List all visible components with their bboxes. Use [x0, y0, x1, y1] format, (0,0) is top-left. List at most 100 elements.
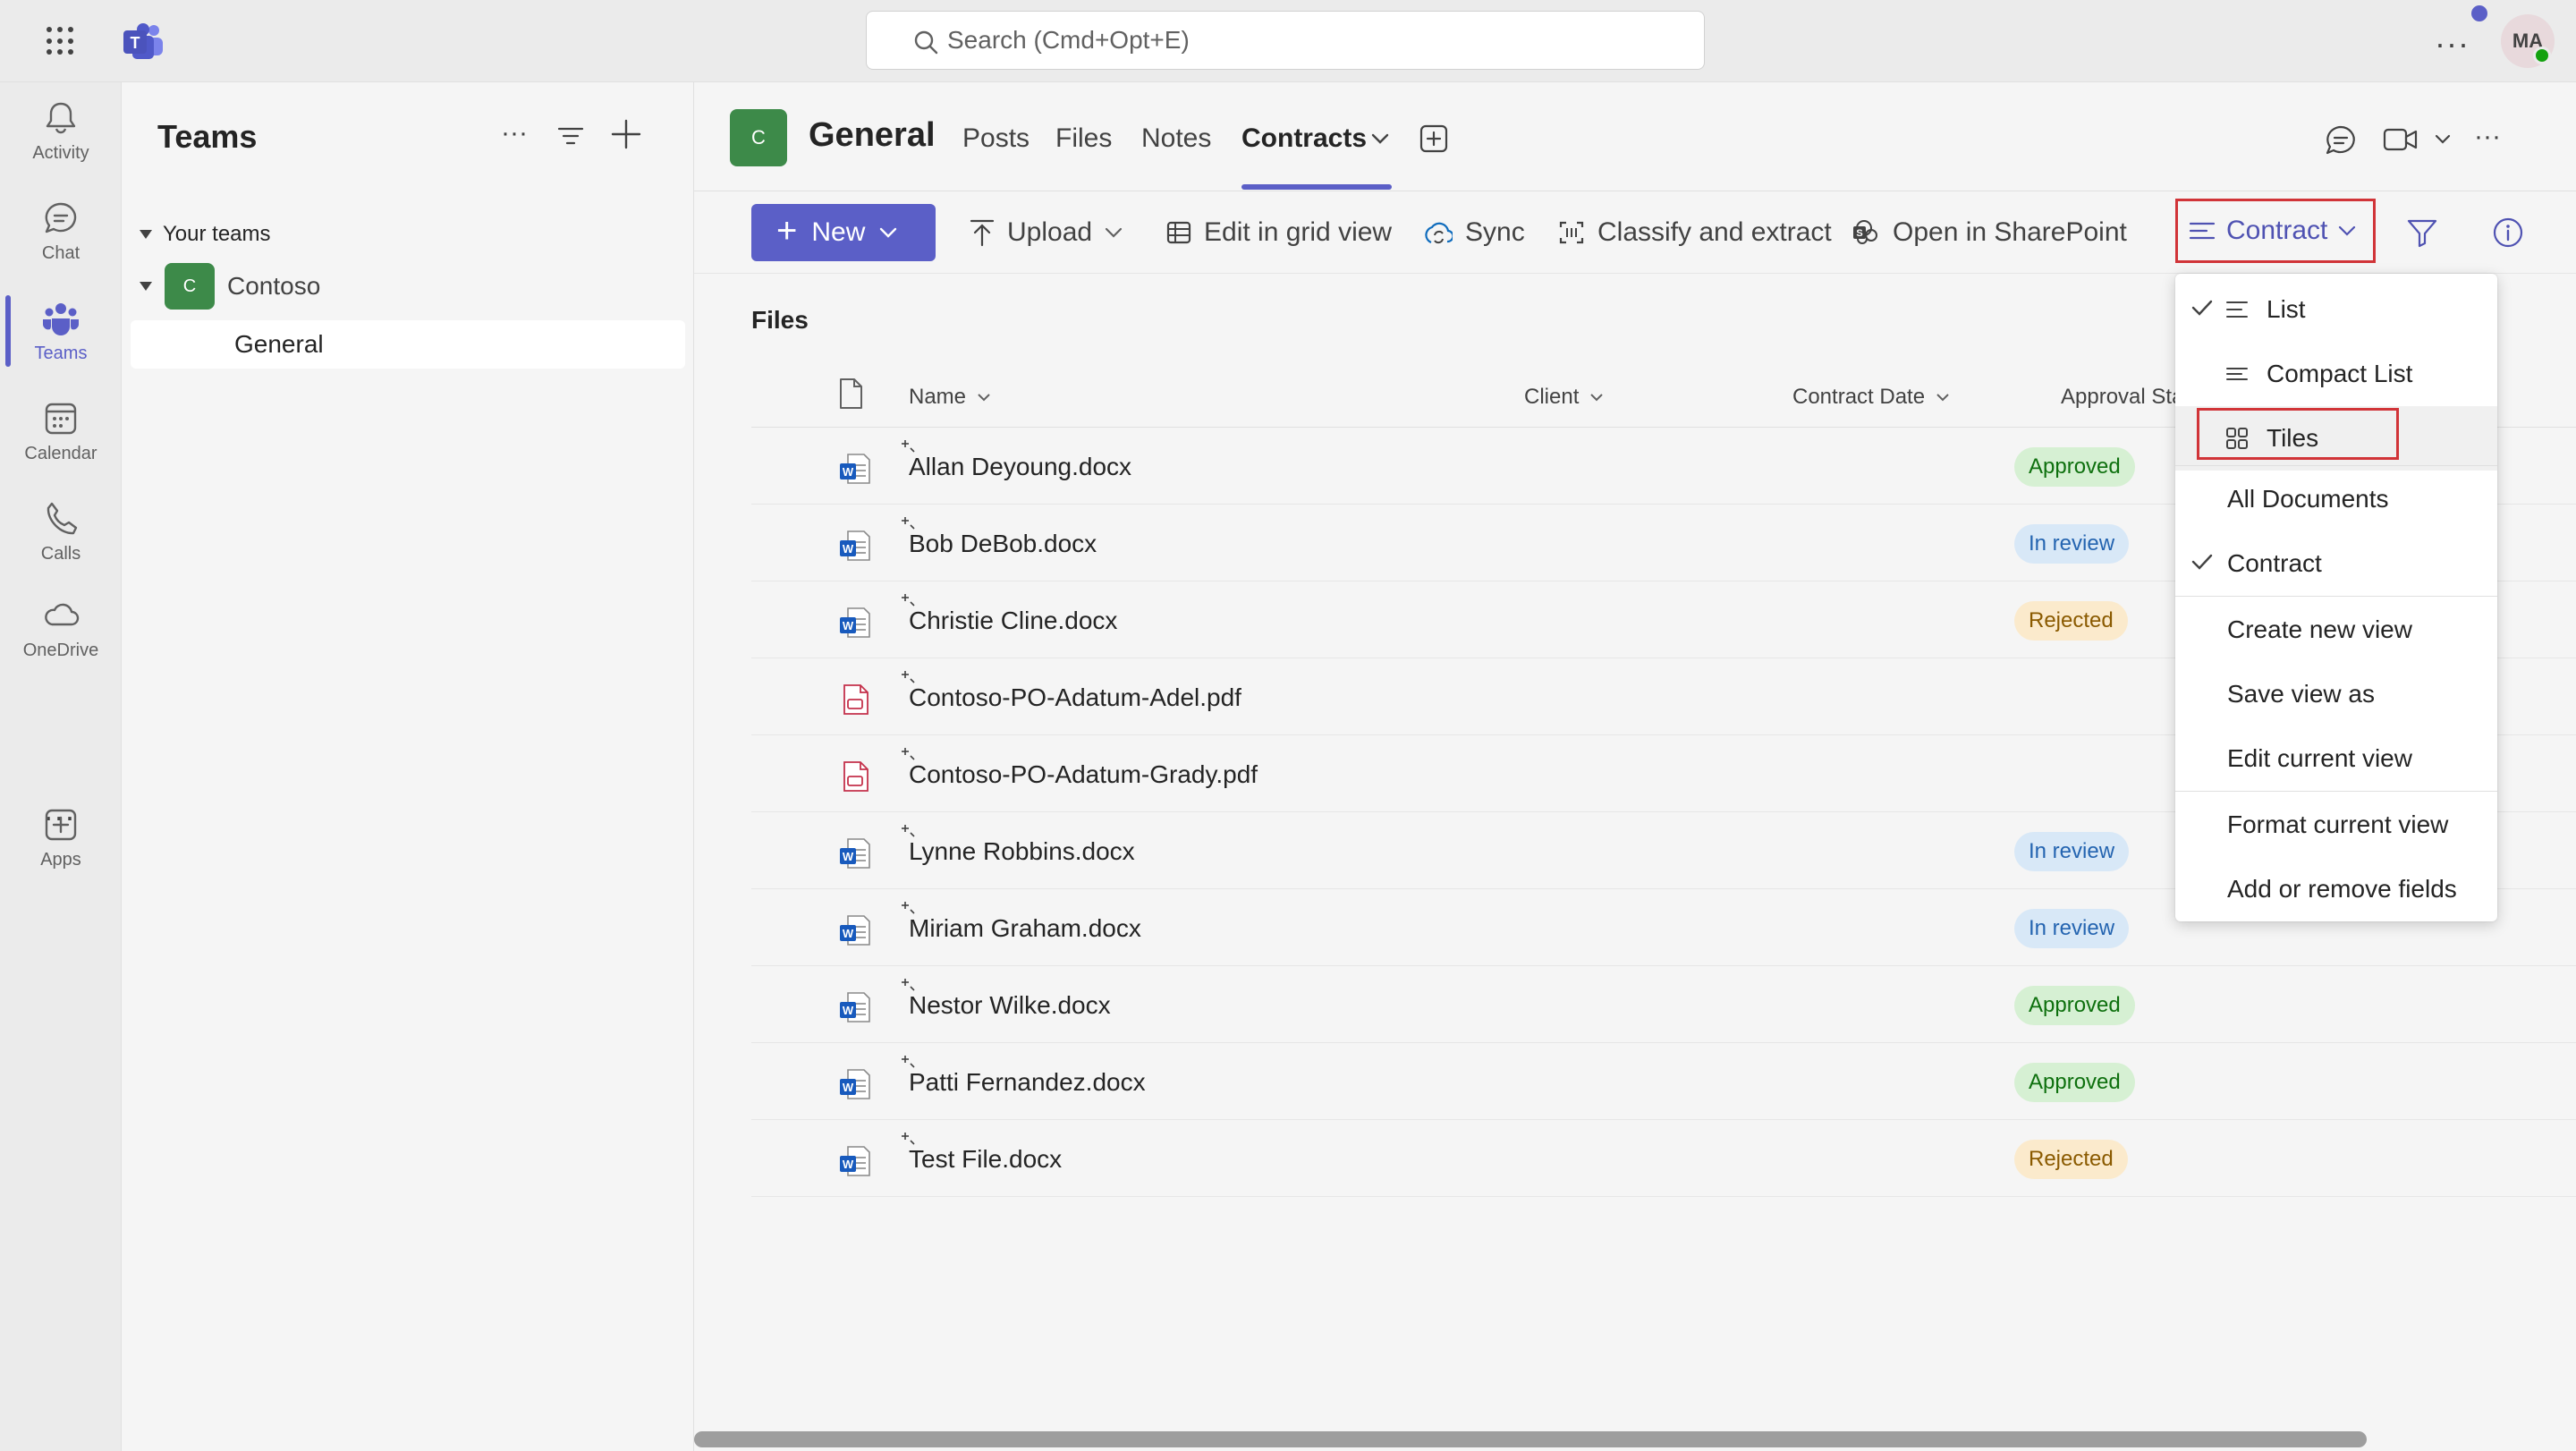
more-options-icon[interactable]: ··· — [501, 118, 528, 148]
tab-posts[interactable]: Posts — [962, 123, 1030, 154]
active-tab-indicator — [1241, 184, 1392, 190]
menu-item-contract[interactable]: Contract — [2175, 531, 2497, 596]
video-call-icon[interactable] — [2383, 125, 2419, 154]
add-app-icon — [45, 809, 77, 840]
view-lines-icon — [2189, 222, 2216, 240]
column-header-name[interactable]: Name — [909, 385, 991, 410]
conversation-icon[interactable] — [2324, 123, 2358, 157]
menu-item-all-documents[interactable]: All Documents — [2175, 467, 2497, 531]
app-launcher-icon[interactable] — [43, 23, 79, 59]
column-label: Client — [1524, 385, 1580, 409]
rail-label: Apps — [40, 849, 81, 870]
rail-item-onedrive[interactable]: OneDrive — [0, 580, 122, 676]
pdf-file-icon — [837, 759, 873, 794]
pdf-file-icon — [837, 682, 873, 717]
rail-item-chat[interactable]: Chat — [0, 182, 122, 279]
svg-text:W: W — [843, 619, 854, 632]
view-menu: List Compact List Tiles All Documents Co… — [2175, 274, 2497, 921]
chevron-down-icon — [1105, 227, 1123, 238]
table-row[interactable]: W Nestor Wilke.docx Approved — [751, 966, 2576, 1043]
word-file-icon: W — [837, 451, 873, 487]
add-tab-icon[interactable] — [1419, 123, 1449, 154]
file-name-link[interactable]: Lynne Robbins.docx — [909, 837, 1135, 866]
checkmark-icon — [2191, 554, 2213, 570]
scan-text-icon — [1559, 221, 1584, 244]
compact-list-icon — [2226, 368, 2248, 380]
file-name-link[interactable]: Nestor Wilke.docx — [909, 991, 1111, 1020]
rail-label: OneDrive — [22, 640, 99, 660]
file-name-link[interactable]: Patti Fernandez.docx — [909, 1068, 1146, 1097]
view-switcher-button[interactable]: Contract — [2175, 199, 2376, 263]
search-input[interactable] — [947, 26, 1663, 55]
file-name-link[interactable]: Contoso-PO-Adatum-Adel.pdf — [909, 683, 1241, 712]
upload-icon — [970, 219, 995, 247]
word-file-icon: W — [837, 1143, 873, 1179]
section-title: Files — [751, 306, 809, 334]
tab-files[interactable]: Files — [1055, 123, 1112, 154]
rail-item-calendar[interactable]: Calendar — [0, 383, 122, 479]
filter-lines-icon[interactable] — [556, 122, 585, 150]
menu-item-list[interactable]: List — [2175, 277, 2497, 342]
svg-text:W: W — [843, 850, 854, 863]
file-name-link[interactable]: Miriam Graham.docx — [909, 914, 1141, 943]
sync-button[interactable]: Sync — [1424, 209, 1525, 256]
presence-available-icon — [2533, 47, 2551, 64]
tab-contracts[interactable]: Contracts — [1241, 123, 1367, 154]
file-name-link[interactable]: Christie Cline.docx — [909, 607, 1117, 635]
file-name-link[interactable]: Allan Deyoung.docx — [909, 453, 1131, 481]
add-icon[interactable] — [610, 118, 642, 150]
search-box[interactable] — [866, 11, 1705, 70]
chevron-down-icon[interactable] — [2435, 134, 2451, 145]
column-header-contract-date[interactable]: Contract Date — [1792, 385, 1950, 410]
menu-divider — [2175, 465, 2497, 466]
chevron-down-icon — [1590, 394, 1604, 402]
team-item-contoso[interactable]: C Contoso — [140, 261, 320, 311]
filter-icon[interactable] — [2406, 216, 2438, 249]
svg-text:T: T — [131, 34, 140, 52]
chat-icon — [45, 202, 77, 233]
sharepoint-label: Open in SharePoint — [1893, 217, 2127, 247]
horizontal-scrollbar[interactable] — [694, 1431, 2367, 1447]
rail-item-activity[interactable]: Activity — [0, 82, 122, 179]
rail-label: Chat — [41, 242, 80, 263]
rail-item-teams[interactable]: Teams — [0, 283, 122, 379]
table-row[interactable]: W Test File.docx Rejected — [751, 1120, 2576, 1197]
team-name: Contoso — [227, 272, 321, 300]
edit-grid-label: Edit in grid view — [1204, 217, 1393, 247]
menu-item-compact-list[interactable]: Compact List — [2175, 342, 2497, 406]
svg-text:W: W — [843, 1158, 854, 1171]
bell-icon — [46, 102, 76, 133]
rail-label: Teams — [34, 343, 88, 363]
more-options-icon[interactable]: ··· — [2474, 122, 2501, 152]
info-icon[interactable] — [2492, 216, 2524, 249]
menu-item-edit-current-view[interactable]: Edit current view — [2175, 726, 2497, 791]
menu-item-label: Compact List — [2267, 360, 2413, 387]
edit-grid-view-button[interactable]: Edit in grid view — [1166, 209, 1392, 256]
classify-label: Classify and extract — [1597, 217, 1832, 247]
sync-label: Sync — [1465, 217, 1525, 247]
more-options-icon[interactable]: ··· — [2435, 25, 2470, 63]
app-rail: Activity Chat Teams Calendar Calls OneDr… — [0, 82, 122, 1451]
file-name-link[interactable]: Contoso-PO-Adatum-Grady.pdf — [909, 760, 1258, 789]
channel-title: General — [809, 116, 936, 154]
cloud-icon — [45, 603, 80, 625]
menu-item-save-view-as[interactable]: Save view as — [2175, 662, 2497, 726]
menu-item-add-remove-fields[interactable]: Add or remove fields — [2175, 857, 2497, 921]
your-teams-toggle[interactable]: Your teams — [140, 222, 271, 247]
file-name-link[interactable]: Bob DeBob.docx — [909, 530, 1097, 558]
upload-button[interactable]: Upload — [970, 209, 1123, 256]
classify-extract-button[interactable]: Classify and extract — [1558, 209, 1832, 256]
channel-item-general[interactable]: General — [131, 320, 685, 369]
open-in-sharepoint-button[interactable]: S Open in SharePoint — [1852, 209, 2127, 256]
rail-label: Calls — [40, 543, 81, 564]
table-row[interactable]: W Patti Fernandez.docx Approved — [751, 1043, 2576, 1120]
column-header-client[interactable]: Client — [1524, 385, 1604, 410]
rail-item-apps[interactable]: Apps — [0, 789, 122, 886]
menu-item-format-current-view[interactable]: Format current view — [2175, 793, 2497, 857]
chevron-down-icon[interactable] — [1370, 132, 1390, 145]
rail-item-calls[interactable]: Calls — [0, 483, 122, 580]
tab-notes[interactable]: Notes — [1141, 123, 1211, 154]
menu-item-create-new-view[interactable]: Create new view — [2175, 598, 2497, 662]
file-name-link[interactable]: Test File.docx — [909, 1145, 1062, 1174]
new-button[interactable]: + New — [751, 204, 936, 261]
